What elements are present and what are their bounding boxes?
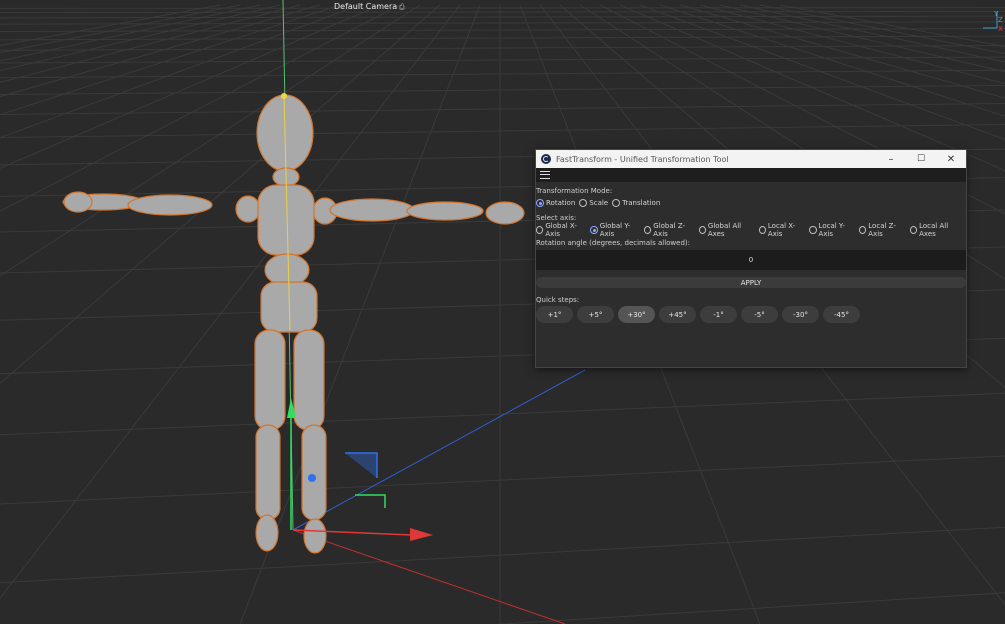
axis-radio-group: Global X-Axis Global Y-Axis Global Z-Axis G… — [536, 222, 966, 238]
minimize-button[interactable]: – — [877, 150, 905, 168]
z-axis-line — [292, 369, 586, 531]
radio-dot-icon — [809, 226, 817, 234]
angle-input[interactable]: 0 — [536, 250, 966, 270]
mannequin-figure — [62, 94, 525, 554]
dialog-content: Transformation Mode: Rotation Scale Transl… — [536, 182, 966, 323]
radio-dot-icon — [579, 199, 588, 207]
quick-step-button[interactable]: -30° — [782, 306, 819, 323]
x-axis-line — [292, 529, 566, 624]
axis-radio-global-z-axis[interactable]: Global Z-Axis — [643, 222, 695, 238]
mode-radio-group: Rotation Scale Translation — [536, 197, 966, 209]
mode-radio-translation[interactable]: Translation — [612, 199, 660, 207]
axis-label-x: X — [998, 25, 1003, 32]
axis-radio-local-z-axis[interactable]: Local Z-Axis — [858, 222, 906, 238]
radio-dot-icon — [758, 226, 766, 234]
radio-label: Global Y-Axis — [599, 222, 631, 238]
app-logo-icon — [541, 154, 551, 164]
apply-button[interactable]: APPLY — [536, 277, 966, 288]
axis-radio-local-x-axis[interactable]: Local X-Axis — [758, 222, 806, 238]
quick-step-button[interactable]: -45° — [823, 306, 860, 323]
quick-step-button[interactable]: +45° — [659, 306, 696, 323]
radio-label: Global All Axes — [707, 222, 742, 238]
right-forearm — [406, 201, 484, 221]
mode-radio-scale[interactable]: Scale — [579, 199, 608, 207]
quick-step-button[interactable]: +1° — [536, 306, 573, 323]
dialog-menubar — [536, 168, 966, 182]
hamburger-menu-icon[interactable] — [540, 170, 550, 180]
axis-radio-local-y-axis[interactable]: Local Y-Axis — [809, 222, 855, 238]
quick-step-button[interactable]: -1° — [700, 306, 737, 323]
mode-label: Transformation Mode: — [536, 187, 613, 195]
radio-label: Rotation — [546, 199, 576, 207]
axis-radio-global-x-axis[interactable]: Global X-Axis — [536, 222, 586, 238]
maximize-button[interactable]: ☐ — [907, 150, 935, 168]
dialog-title: FastTransform - Unified Transformation T… — [556, 154, 729, 164]
left-shin — [255, 424, 281, 521]
radio-dot-icon — [536, 199, 544, 207]
radio-dot-icon — [643, 226, 652, 234]
gizmo-x-arrow — [410, 528, 433, 541]
radio-label: Local Z-Axis — [868, 222, 896, 238]
gizmo-z-handle — [308, 474, 316, 482]
gizmo-y-plane — [355, 494, 386, 508]
right-thigh — [293, 329, 325, 431]
axis-radio-local-all-axes[interactable]: Local All Axes — [909, 222, 962, 238]
quick-step-button[interactable]: +5° — [577, 306, 614, 323]
angle-label: Rotation angle (degrees, decimals allowe… — [536, 239, 690, 247]
pivot-handle — [281, 93, 287, 99]
steps-label: Quick steps: — [536, 296, 580, 304]
axis-indicator: Y Z X — [977, 8, 1003, 32]
radio-label: Scale — [589, 199, 609, 207]
axis-label-z: Z — [998, 16, 1003, 24]
radio-label: Global Z-Axis — [653, 222, 686, 238]
radio-label: Local Y-Axis — [818, 222, 845, 238]
left-shoulder — [235, 195, 261, 223]
quick-step-button[interactable]: -5° — [741, 306, 778, 323]
radio-label: Local All Axes — [919, 222, 949, 238]
right-hand — [485, 201, 525, 225]
right-upper-arm — [329, 198, 415, 222]
quick-step-button[interactable]: +30° — [618, 306, 655, 323]
fasttransform-dialog: FastTransform - Unified Transformation T… — [535, 149, 967, 368]
dialog-titlebar[interactable]: FastTransform - Unified Transformation T… — [536, 150, 966, 168]
right-shin — [301, 424, 327, 521]
mode-radio-rotation[interactable]: Rotation — [536, 199, 575, 207]
radio-label: Translation — [622, 199, 661, 207]
radio-dot-icon — [612, 199, 621, 207]
close-button[interactable]: ✕ — [937, 150, 965, 168]
mannequin-chest — [257, 184, 315, 256]
radio-label: Global X-Axis — [545, 222, 577, 238]
radio-dot-icon — [590, 226, 598, 234]
right-foot — [303, 518, 327, 554]
camera-label[interactable]: Default Camera ⎙ — [334, 2, 405, 12]
mannequin-abdomen — [264, 253, 310, 287]
left-foot — [255, 514, 279, 552]
left-upper-arm — [127, 194, 213, 216]
radio-dot-icon — [909, 226, 918, 234]
axis-radio-global-all-axes[interactable]: Global All Axes — [698, 222, 755, 238]
camera-icon: ⎙ — [399, 3, 405, 11]
left-hand — [63, 191, 93, 213]
radio-dot-icon — [698, 226, 706, 234]
left-thigh — [254, 329, 286, 431]
radio-label: Local X-Axis — [767, 222, 796, 238]
quick-steps: +1° +5° +30° +45° -1° -5° -30° -45° — [536, 306, 966, 323]
radio-dot-icon — [536, 226, 544, 234]
camera-label-text: Default Camera — [334, 2, 398, 11]
axis-radio-global-y-axis[interactable]: Global Y-Axis — [590, 222, 640, 238]
radio-dot-icon — [858, 226, 867, 234]
